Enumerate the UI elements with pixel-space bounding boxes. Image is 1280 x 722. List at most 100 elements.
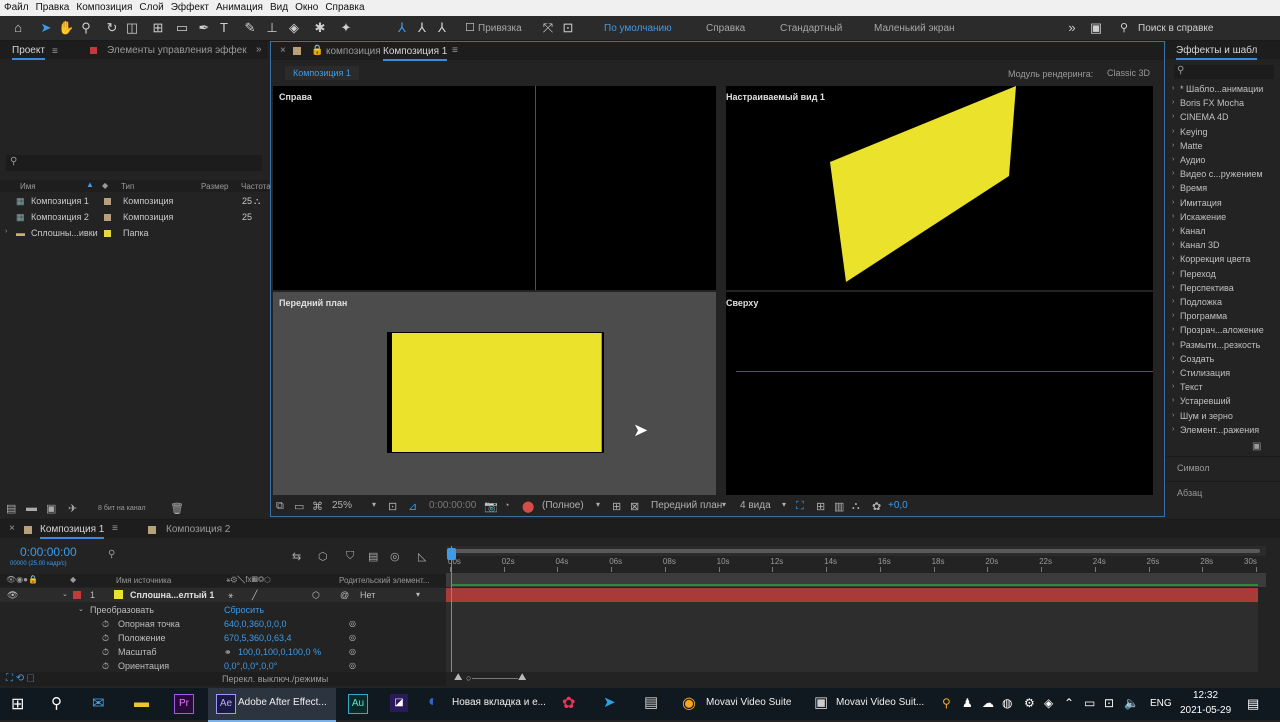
delete-icon[interactable]: 🗑: [170, 502, 184, 515]
effect-category-item[interactable]: CINEMA 4D: [1180, 112, 1229, 122]
footer-toggle-icons[interactable]: ⛶ ⟲ ⬚: [6, 673, 35, 684]
toggle-switches-modes[interactable]: Перекл. выключ./режимы: [222, 674, 328, 684]
expand-arrow-icon[interactable]: ›: [1172, 99, 1174, 106]
property-row-scale[interactable]: ⏱ Масштаб ⚭ 100,0,100,0,100,0 % ◎: [0, 645, 446, 659]
breadcrumb[interactable]: Композиция 1: [285, 66, 359, 80]
menu-composition[interactable]: Композиция: [72, 0, 135, 13]
col-parent[interactable]: Родительский элемент...: [339, 576, 429, 585]
frame-blending-icon[interactable]: ▤: [368, 550, 378, 563]
expand-arrow-icon[interactable]: ›: [1172, 412, 1174, 419]
monitor-icon[interactable]: ▭: [294, 500, 304, 513]
property-row-position[interactable]: ⏱ Положение 670,5,360,0,63,4 ◎: [0, 631, 446, 645]
effect-category-item[interactable]: Matte: [1180, 141, 1203, 151]
home-icon[interactable]: ⌂: [10, 20, 26, 36]
battery-icon[interactable]: ▭: [1084, 696, 1095, 710]
clock-time[interactable]: 12:32: [1193, 690, 1218, 701]
visibility-eye-icon[interactable]: 👁: [7, 590, 18, 601]
timeline-tab-comp1[interactable]: Композиция 1: [40, 524, 105, 539]
expand-arrow-icon[interactable]: ›: [1172, 85, 1174, 92]
visual-studio-icon[interactable]: ◪: [390, 694, 408, 712]
tray-app-icon[interactable]: ◈: [1044, 696, 1053, 710]
expand-arrow-icon[interactable]: ›: [1172, 128, 1174, 135]
volume-icon[interactable]: 🔈: [1124, 696, 1139, 710]
type-tool-icon[interactable]: T: [216, 20, 232, 36]
layer-name[interactable]: Сплошна...елтый 1: [130, 590, 214, 600]
pickwhip-icon[interactable]: @: [340, 590, 349, 600]
app-window-icon[interactable]: ▤: [644, 693, 658, 711]
expand-arrow-icon[interactable]: ›: [1172, 156, 1174, 163]
effect-category-item[interactable]: Прозрач...аложение: [1180, 325, 1264, 335]
viewer-right[interactable]: Справа: [273, 86, 716, 290]
camera-tool-icon[interactable]: ◫: [124, 20, 140, 36]
project-search-input[interactable]: ⚲: [6, 155, 262, 171]
file-explorer-icon[interactable]: ▬: [134, 694, 149, 711]
chevron-down-icon[interactable]: ▾: [782, 500, 786, 509]
current-time-indicator[interactable]: [451, 546, 452, 672]
expand-arrow-icon[interactable]: ›: [1172, 397, 1174, 404]
expand-arrow-icon[interactable]: ⌄: [78, 605, 84, 613]
col-type[interactable]: Тип: [121, 182, 134, 191]
effects-panel-title[interactable]: Эффекты и шабл: [1176, 45, 1258, 60]
network-icon[interactable]: ⊡: [1104, 696, 1114, 710]
taskbar-after-effects[interactable]: Ae Adobe After Effect...: [208, 688, 336, 722]
interpret-footage-icon[interactable]: ▤: [6, 502, 16, 515]
new-composition-icon[interactable]: ▣: [46, 502, 56, 515]
panel-menu-icon[interactable]: ≡: [52, 46, 58, 57]
expand-arrow-icon[interactable]: ›: [1172, 213, 1174, 220]
snap-label[interactable]: Привязка: [478, 23, 522, 34]
flowchart-icon[interactable]: ⛬: [254, 196, 260, 207]
effect-category-item[interactable]: Время: [1180, 183, 1207, 193]
hand-tool-icon[interactable]: ✋: [58, 20, 74, 36]
menu-help[interactable]: Справка: [321, 0, 367, 13]
eraser-tool-icon[interactable]: ◈: [286, 20, 302, 36]
current-time[interactable]: 0:00:00:00: [429, 500, 476, 511]
menu-edit[interactable]: Правка: [32, 0, 73, 13]
taskbar-search-icon[interactable]: ⚲: [51, 694, 62, 712]
effect-category-item[interactable]: Искажение: [1180, 212, 1226, 222]
fit-icon[interactable]: ⊡: [388, 500, 397, 513]
menu-effect[interactable]: Эффект: [167, 0, 212, 13]
expand-arrow-icon[interactable]: ›: [1172, 298, 1174, 305]
bit-depth-label[interactable]: 8 бит на канал: [98, 505, 146, 512]
expression-pickwhip-icon[interactable]: ◎: [349, 647, 356, 656]
layer-label-color[interactable]: [73, 591, 81, 599]
toggle-pixel-aspect-icon[interactable]: ⛶: [796, 500, 804, 513]
chevron-down-icon[interactable]: ▾: [416, 590, 420, 599]
expand-arrow-icon[interactable]: ›: [1172, 426, 1174, 433]
solid-layer[interactable]: [392, 333, 602, 452]
expand-arrow-icon[interactable]: ›: [1172, 227, 1174, 234]
comp-mini-flowchart-icon[interactable]: ⇆: [292, 550, 301, 563]
show-snapshot-icon[interactable]: ◔: [504, 500, 509, 510]
menu-window[interactable]: Окно: [291, 0, 321, 13]
menu-file[interactable]: Файл: [0, 0, 32, 13]
zoom-tool-icon[interactable]: ⚲: [78, 20, 94, 36]
work-area-bar[interactable]: [446, 546, 1266, 556]
snapshot-icon[interactable]: 📷: [484, 500, 498, 513]
world-axis-icon[interactable]: ⅄: [414, 20, 430, 36]
effects-search-input[interactable]: ⚲: [1174, 65, 1274, 79]
help-search-input[interactable]: Поиск в справке: [1138, 23, 1213, 34]
effect-category-item[interactable]: Имитация: [1180, 198, 1222, 208]
time-ruler[interactable]: [446, 556, 1266, 572]
exposure-value[interactable]: +0,0: [888, 500, 908, 511]
more-workspaces-icon[interactable]: »: [1064, 20, 1080, 36]
col-size[interactable]: Размер: [201, 182, 229, 191]
effect-category-item[interactable]: Коррекция цвета: [1180, 254, 1250, 264]
telegram-icon[interactable]: ➤: [603, 693, 616, 711]
paragraph-panel[interactable]: Абзац: [1166, 481, 1280, 506]
snap-checkbox-icon[interactable]: ☐: [462, 20, 478, 36]
expression-pickwhip-icon[interactable]: ◎: [349, 661, 356, 670]
taskbar-movavi-2[interactable]: ▣ Movavi Video Suit...: [808, 688, 936, 720]
viewer-top[interactable]: Сверху: [726, 292, 1153, 495]
tray-app-icon[interactable]: ⚙: [1024, 696, 1035, 710]
menu-view[interactable]: Вид: [266, 0, 291, 13]
menu-animation[interactable]: Анимация: [212, 0, 266, 13]
expand-arrow-icon[interactable]: ›: [1172, 312, 1174, 319]
expand-arrow-icon[interactable]: ›: [1172, 241, 1174, 248]
tray-app-icon[interactable]: ◍: [1002, 696, 1012, 710]
premiere-pro-icon[interactable]: Pr: [174, 694, 194, 714]
effect-category-item[interactable]: * Шабло...анимации: [1180, 84, 1263, 94]
close-tab-icon[interactable]: ×: [9, 523, 15, 534]
quality-switch-icon[interactable]: ╱: [252, 590, 257, 601]
region-of-interest-icon[interactable]: ⊞: [612, 500, 621, 513]
